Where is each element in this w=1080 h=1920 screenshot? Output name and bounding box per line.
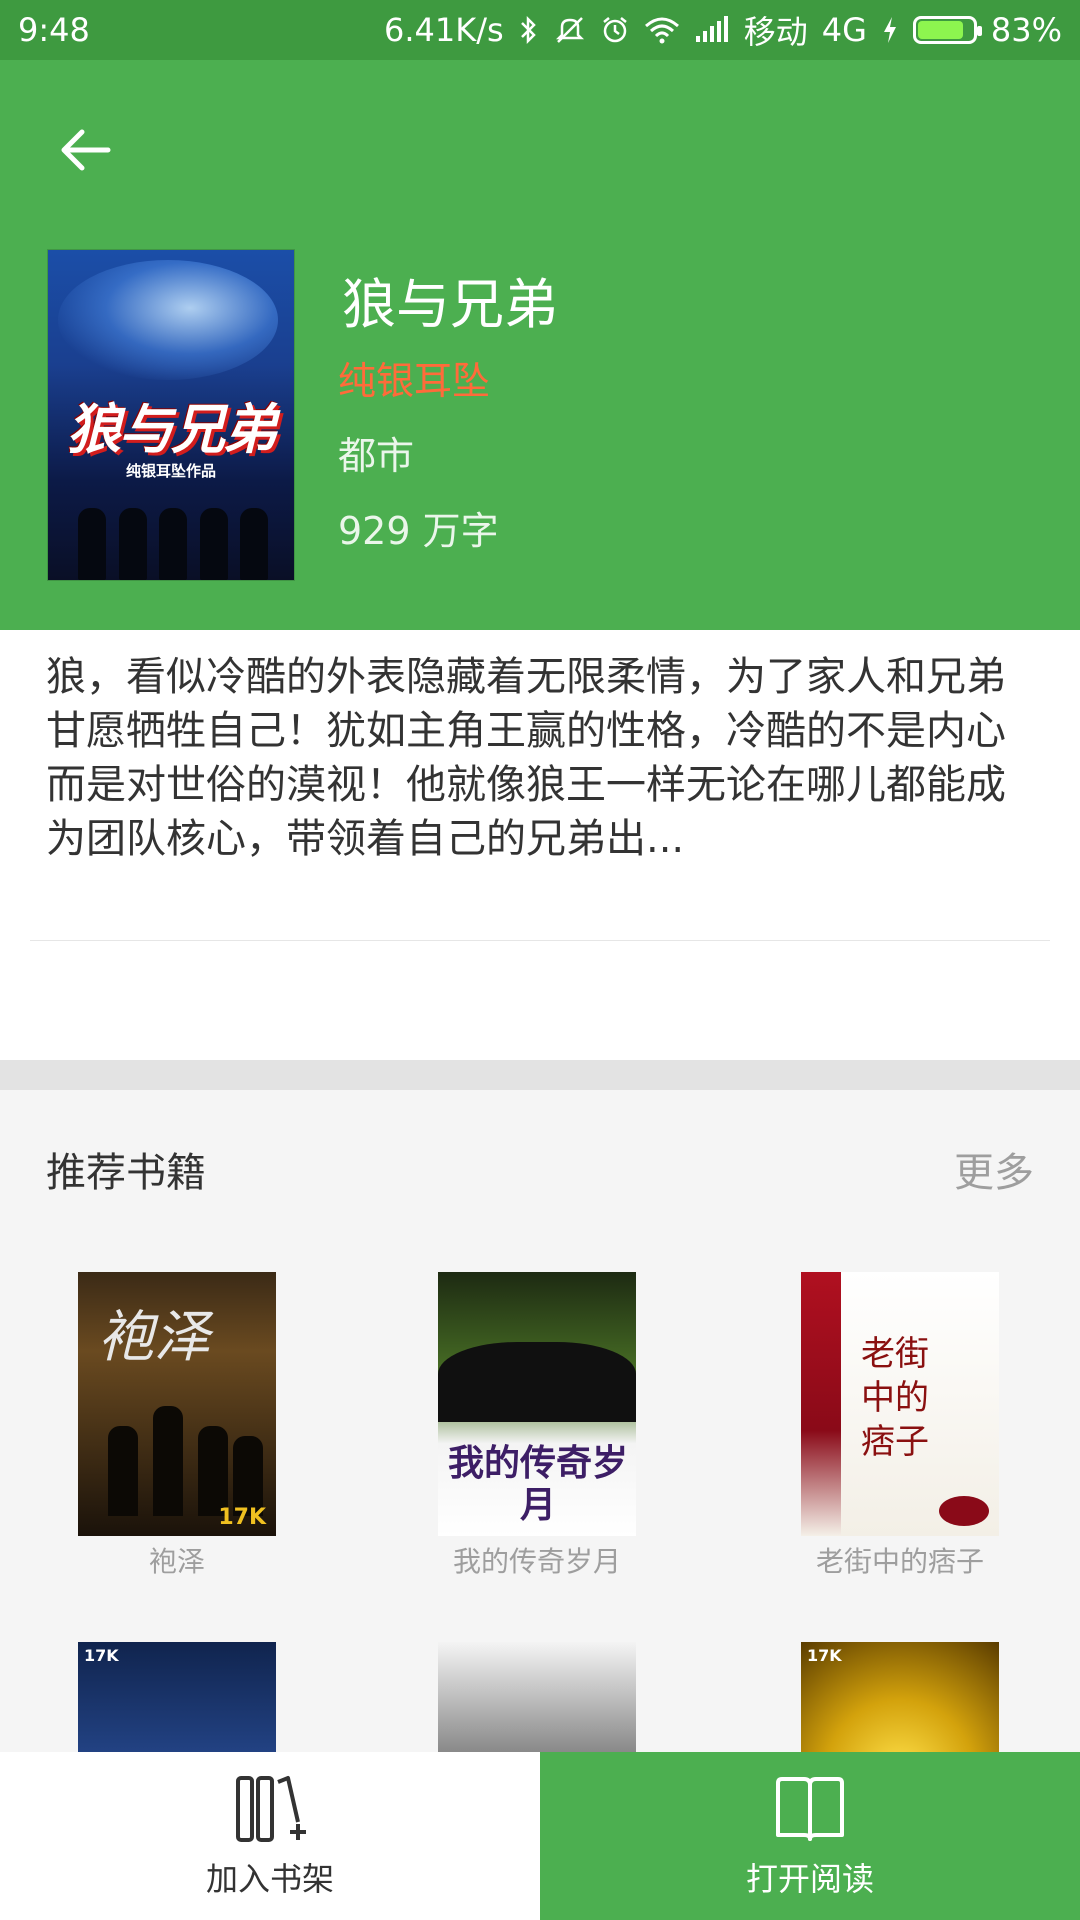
battery-percent: 83% [990, 11, 1062, 49]
network-type: 4G [821, 11, 867, 49]
book-description[interactable]: 狼，看似冷酷的外表隐藏着无限柔情，为了家人和兄弟甘愿牺牲自己！犹如主角王赢的性格… [46, 650, 1036, 866]
book-title: 狼与兄弟 [342, 273, 558, 336]
recommend-label: 袍泽 [148, 1545, 205, 1578]
description-section: 狼，看似冷酷的外表隐藏着无限柔情，为了家人和兄弟甘愿牺牲自己！犹如主角王赢的性格… [0, 630, 1080, 1060]
recommend-label: 老街中的痞子 [815, 1545, 984, 1578]
book-author[interactable]: 纯银耳坠 [338, 350, 490, 405]
bookshelf-icon [230, 1772, 310, 1848]
back-button[interactable] [50, 115, 120, 185]
recommend-cover-title: 袍泽 [98, 1305, 210, 1370]
status-bar: 9:48 6.41K/s 移动 4G 83% [0, 0, 1080, 60]
mute-icon [554, 15, 586, 45]
open-read-button[interactable]: 打开阅读 [540, 1752, 1080, 1920]
add-to-shelf-label: 加入书架 [205, 1860, 334, 1898]
recommend-book-3[interactable]: 老街中的痞子 老街中的痞子 [801, 1272, 999, 1580]
cover-title: 狼与兄弟 [67, 397, 277, 461]
recommend-book-1[interactable]: 袍泽 17K 袍泽 [78, 1272, 276, 1580]
recommend-cover: 我的传奇岁月 [438, 1272, 636, 1536]
open-book-icon [774, 1772, 846, 1848]
book-cover: 狼与兄弟 纯银耳坠作品 [48, 250, 294, 580]
charging-icon [881, 15, 899, 45]
network-speed: 6.41K/s [384, 11, 504, 49]
recommend-cover: 袍泽 17K [78, 1272, 276, 1536]
bluetooth-icon [518, 15, 540, 45]
carrier-label: 移动 [743, 13, 808, 51]
alarm-icon [600, 15, 630, 45]
signal-icon [694, 16, 730, 44]
open-read-label: 打开阅读 [745, 1860, 874, 1898]
recommend-title: 推荐书籍 [46, 1150, 206, 1196]
wifi-icon [644, 16, 680, 44]
publisher-logo: 17K [218, 1505, 266, 1530]
recommend-cover-title: 我的传奇岁月 [448, 1442, 629, 1526]
cover-subtitle: 纯银耳坠作品 [125, 462, 216, 480]
book-header: 狼与兄弟 纯银耳坠作品 狼与兄弟 纯银耳坠 都市 929 万字 [0, 60, 1080, 630]
arrow-left-icon [61, 129, 111, 171]
section-gap [0, 1060, 1080, 1090]
recommend-cover: 老街中的痞子 [801, 1272, 999, 1536]
book-word-count: 929 万字 [338, 509, 499, 553]
recommend-book-2[interactable]: 我的传奇岁月 我的传奇岁月 [438, 1272, 636, 1580]
battery-icon [912, 16, 982, 44]
recommend-label: 我的传奇岁月 [452, 1545, 621, 1578]
bottom-action-bar: 加入书架 打开阅读 [0, 1752, 1080, 1920]
divider [30, 940, 1050, 941]
recommend-cover-title: 老街中的痞子 [861, 1334, 929, 1462]
add-to-shelf-button[interactable]: 加入书架 [0, 1752, 540, 1920]
publisher-logo: 17K [807, 1646, 842, 1665]
status-time: 9:48 [18, 11, 90, 49]
more-button[interactable]: 更多 [954, 1140, 1034, 1198]
publisher-logo: 17K [84, 1646, 119, 1665]
book-category: 都市 [338, 434, 415, 478]
recommend-section: 推荐书籍 更多 袍泽 17K 袍泽 我的传奇岁月 我的传奇岁月 老街中的痞子 老… [0, 1090, 1080, 1906]
